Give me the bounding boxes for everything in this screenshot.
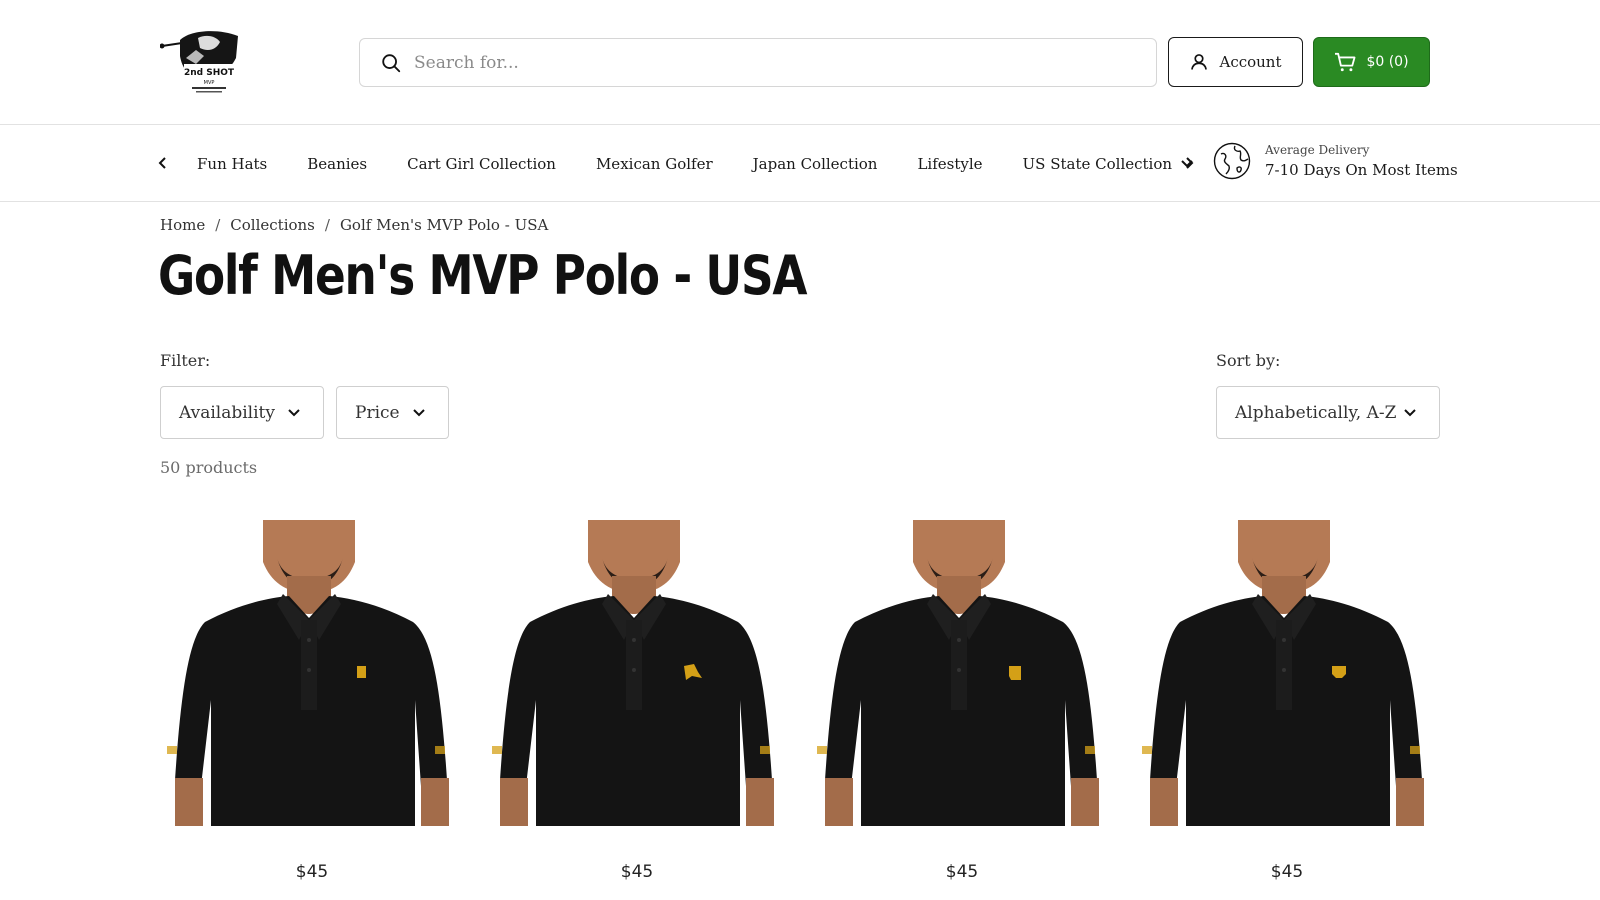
- breadcrumb-collections[interactable]: Collections: [230, 216, 315, 234]
- nav-item-label: Lifestyle: [917, 155, 983, 173]
- globe-icon: [1213, 142, 1251, 180]
- search-input[interactable]: [414, 52, 1114, 73]
- nav-item-label: Beanies: [307, 155, 368, 173]
- delivery-small-text: Average Delivery: [1265, 143, 1370, 157]
- nav-item-mexican-golfer[interactable]: Mexican Golfer: [596, 155, 713, 173]
- nav-item-japan-collection[interactable]: Japan Collection: [753, 155, 878, 173]
- breadcrumb-separator: /: [324, 216, 330, 234]
- cart-button[interactable]: $0 (0): [1313, 37, 1430, 87]
- search-icon[interactable]: [380, 52, 402, 74]
- product-price: $45: [295, 862, 329, 882]
- product-image[interactable]: [165, 520, 459, 826]
- product-image[interactable]: [1140, 520, 1434, 826]
- product-count: 50 products: [160, 458, 258, 477]
- breadcrumb-separator: /: [215, 216, 221, 234]
- account-label: Account: [1219, 53, 1282, 71]
- cart-label: $0 (0): [1366, 54, 1409, 70]
- breadcrumb-current: Golf Men's MVP Polo - USA: [339, 216, 549, 234]
- nav-item-cart-girl-collection[interactable]: Cart Girl Collection: [407, 155, 556, 173]
- chevron-left-icon: [158, 157, 166, 169]
- sort-select[interactable]: Alphabetically, A-Z: [1216, 386, 1440, 439]
- site-header: 2nd SHOT MVP Account $0 (0): [0, 0, 1600, 125]
- nav-next-button[interactable]: [1176, 150, 1202, 176]
- nav-item-fun-hats[interactable]: Fun Hats: [197, 155, 267, 173]
- nav-item-us-state-collection[interactable]: US State Collection: [1023, 155, 1195, 173]
- delivery-main-text: 7-10 Days On Most Items: [1265, 161, 1458, 179]
- filter-label: Filter:: [160, 351, 211, 370]
- logo-text-line2: MVP: [204, 80, 215, 86]
- cart-icon: [1335, 52, 1356, 72]
- nav-items: Fun Hats Beanies Cart Girl Collection Me…: [197, 126, 1234, 202]
- nav-prev-button[interactable]: [150, 150, 176, 176]
- breadcrumb-home[interactable]: Home: [160, 216, 205, 234]
- nav-item-lifestyle[interactable]: Lifestyle: [917, 155, 982, 173]
- product-card[interactable]: $45: [815, 520, 1109, 882]
- price-filter[interactable]: Price: [336, 386, 449, 439]
- page-title: Golf Men's MVP Polo - USA: [158, 244, 808, 307]
- nav-item-label: Japan Collection: [752, 155, 878, 173]
- availability-filter-label: Availability: [179, 402, 275, 423]
- breadcrumb: Home / Collections / Golf Men's MVP Polo…: [160, 216, 548, 234]
- product-image[interactable]: [490, 520, 784, 826]
- chevron-right-icon: [1186, 157, 1194, 169]
- delivery-info: Average Delivery 7-10 Days On Most Items: [1213, 142, 1458, 180]
- price-filter-label: Price: [355, 402, 400, 423]
- chevron-down-icon: [288, 408, 300, 416]
- product-price: $45: [620, 862, 654, 882]
- product-card[interactable]: $45: [490, 520, 784, 882]
- chevron-down-icon: [1404, 408, 1416, 416]
- sort-label: Sort by:: [1216, 351, 1281, 370]
- availability-filter[interactable]: Availability: [160, 386, 324, 439]
- user-icon: [1191, 54, 1208, 70]
- search-bar[interactable]: [359, 38, 1157, 87]
- nav-item-label: Cart Girl Collection: [407, 155, 556, 173]
- logo-text-line1: 2nd SHOT: [184, 68, 235, 78]
- brand-logo[interactable]: 2nd SHOT MVP: [159, 28, 240, 96]
- sort-select-value: Alphabetically, A-Z: [1235, 402, 1397, 423]
- nav-item-label: Mexican Golfer: [595, 155, 713, 173]
- nav-item-label: Fun Hats: [197, 155, 268, 173]
- product-price: $45: [1270, 862, 1304, 882]
- nav-item-label: US State Collection: [1022, 155, 1173, 173]
- nav-item-beanies[interactable]: Beanies: [307, 155, 367, 173]
- category-nav: Fun Hats Beanies Cart Girl Collection Me…: [0, 126, 1600, 202]
- product-card[interactable]: $45: [165, 520, 459, 882]
- account-button[interactable]: Account: [1168, 37, 1303, 87]
- product-image[interactable]: [815, 520, 1109, 826]
- product-card[interactable]: $45: [1140, 520, 1434, 882]
- product-price: $45: [945, 862, 979, 882]
- chevron-down-icon: [413, 408, 425, 416]
